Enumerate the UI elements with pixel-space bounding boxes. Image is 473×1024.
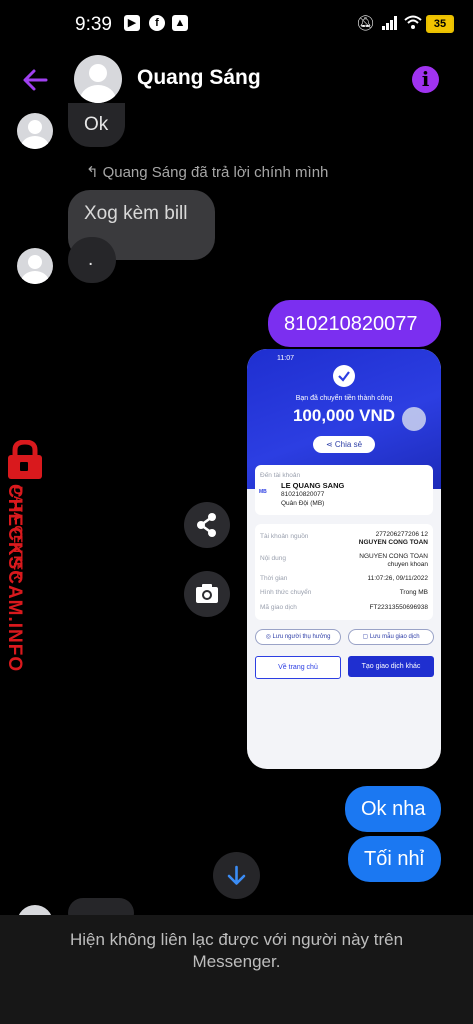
mascot-icon (402, 407, 426, 431)
image-notification-icon: ▲ (172, 15, 188, 31)
message-text: Xog kèm bill (84, 203, 188, 224)
mute-icon: 🔕︎ (356, 15, 376, 32)
camera-button[interactable] (184, 571, 230, 617)
camera-icon (196, 584, 218, 603)
save-template-button[interactable]: ▢ Lưu mẫu giao dịch (348, 629, 434, 645)
message-text: . (88, 249, 94, 270)
check-icon (333, 365, 355, 387)
detail-value: 11:07:26, 09/11/2022 (367, 575, 428, 582)
recipient-card: Đến tài khoản MB LE QUANG SANG 810210820… (255, 465, 433, 515)
recipient-bank: Quân Đội (MB) (281, 500, 325, 507)
battery-icon: 35 (426, 15, 454, 33)
contact-name[interactable]: Quang Sáng (137, 66, 261, 90)
save-recipient-label: Lưu người thụ hưởng (272, 634, 331, 640)
message-bubble-outgoing[interactable]: Ok nha (345, 786, 441, 832)
message-text: Ok (84, 114, 109, 135)
detail-value: chuyen khoan (387, 561, 428, 568)
detail-value: Trong MB (399, 589, 428, 596)
reply-note: ↰ Quang Sáng đã trả lời chính mình (86, 163, 328, 181)
recipient-account: 810210820077 (281, 491, 325, 498)
scroll-down-button[interactable] (213, 852, 260, 899)
signal-icon (382, 16, 398, 35)
back-arrow-icon[interactable] (22, 62, 48, 97)
details-card: Tài khoản nguồn 277206277206 12 NGUYEN C… (255, 524, 433, 620)
save-recipient-button[interactable]: ◎ Lưu người thụ hưởng (255, 629, 341, 645)
message-bubble-outgoing[interactable]: 810210820077 (268, 300, 441, 347)
reply-icon: ↰ (86, 164, 99, 181)
info-icon[interactable]: i (412, 66, 439, 93)
save-template-label: Lưu mẫu giao dịch (369, 634, 420, 640)
watermark-line2: CHECKSCAM.INFO (4, 484, 25, 673)
detail-value: FT22313550696938 (369, 604, 428, 611)
receipt-time: 11:07 (277, 355, 294, 362)
detail-label: Tài khoản nguồn (260, 533, 309, 540)
template-icon: ▢ (362, 634, 370, 640)
detail-label: Nội dung (260, 555, 287, 562)
message-bubble-incoming[interactable]: . (68, 237, 116, 283)
success-text: Bạn đã chuyển tiền thành công (295, 395, 393, 402)
wifi-icon (404, 15, 422, 34)
watermark: DATA CENTER CHECKSCAM.INFO (3, 439, 53, 673)
share-small-icon: ⋖ (325, 440, 335, 449)
receipt-image[interactable]: 11:07 Bạn đã chuyển tiền thành công 100,… (247, 349, 441, 769)
detail-label: Thời gian (260, 575, 288, 582)
sender-avatar (17, 248, 53, 284)
message-text: 810210820077 (284, 313, 418, 335)
arrow-down-icon (227, 865, 246, 885)
share-icon (197, 513, 216, 537)
detail-label: Mã giao dịch (260, 604, 297, 611)
mb-logo: MB (259, 489, 267, 495)
unavailable-text: Hiện không liên lạc được với người này t… (69, 930, 404, 971)
status-bar: 9:39 ▶ f ▲ 🔕︎ 35 (0, 0, 473, 48)
sender-avatar (17, 113, 53, 149)
share-button[interactable] (184, 502, 230, 548)
message-bubble-incoming[interactable]: Ok (68, 103, 125, 147)
contact-avatar[interactable] (74, 55, 122, 103)
message-text: Tối nhỉ (364, 848, 425, 870)
detail-value: 277206277206 12 (375, 531, 428, 538)
reply-note-text: Quang Sáng đã trả lời chính mình (102, 164, 329, 181)
recipient-name: LE QUANG SANG (281, 481, 345, 490)
share-receipt-button[interactable]: ⋖ Chia sẻ (313, 436, 375, 453)
detail-value: NGUYEN CONG TOAN (358, 539, 428, 546)
detail-value: NGUYEN CONG TOAN (359, 553, 428, 560)
status-time: 9:39 (75, 14, 112, 35)
share-receipt-label: Chia sẻ (334, 440, 363, 449)
facebook-notification-icon: f (149, 15, 165, 31)
new-transaction-button[interactable]: Tạo giao dịch khác (348, 656, 434, 677)
message-bubble-outgoing[interactable]: Tối nhỉ (348, 836, 441, 882)
media-notification-icon: ▶ (124, 15, 140, 31)
message-text: Ok nha (361, 798, 426, 820)
to-account-label: Đến tài khoản (260, 472, 301, 479)
detail-label: Hình thức chuyển (260, 589, 312, 596)
home-button[interactable]: Về trang chủ (255, 656, 341, 679)
